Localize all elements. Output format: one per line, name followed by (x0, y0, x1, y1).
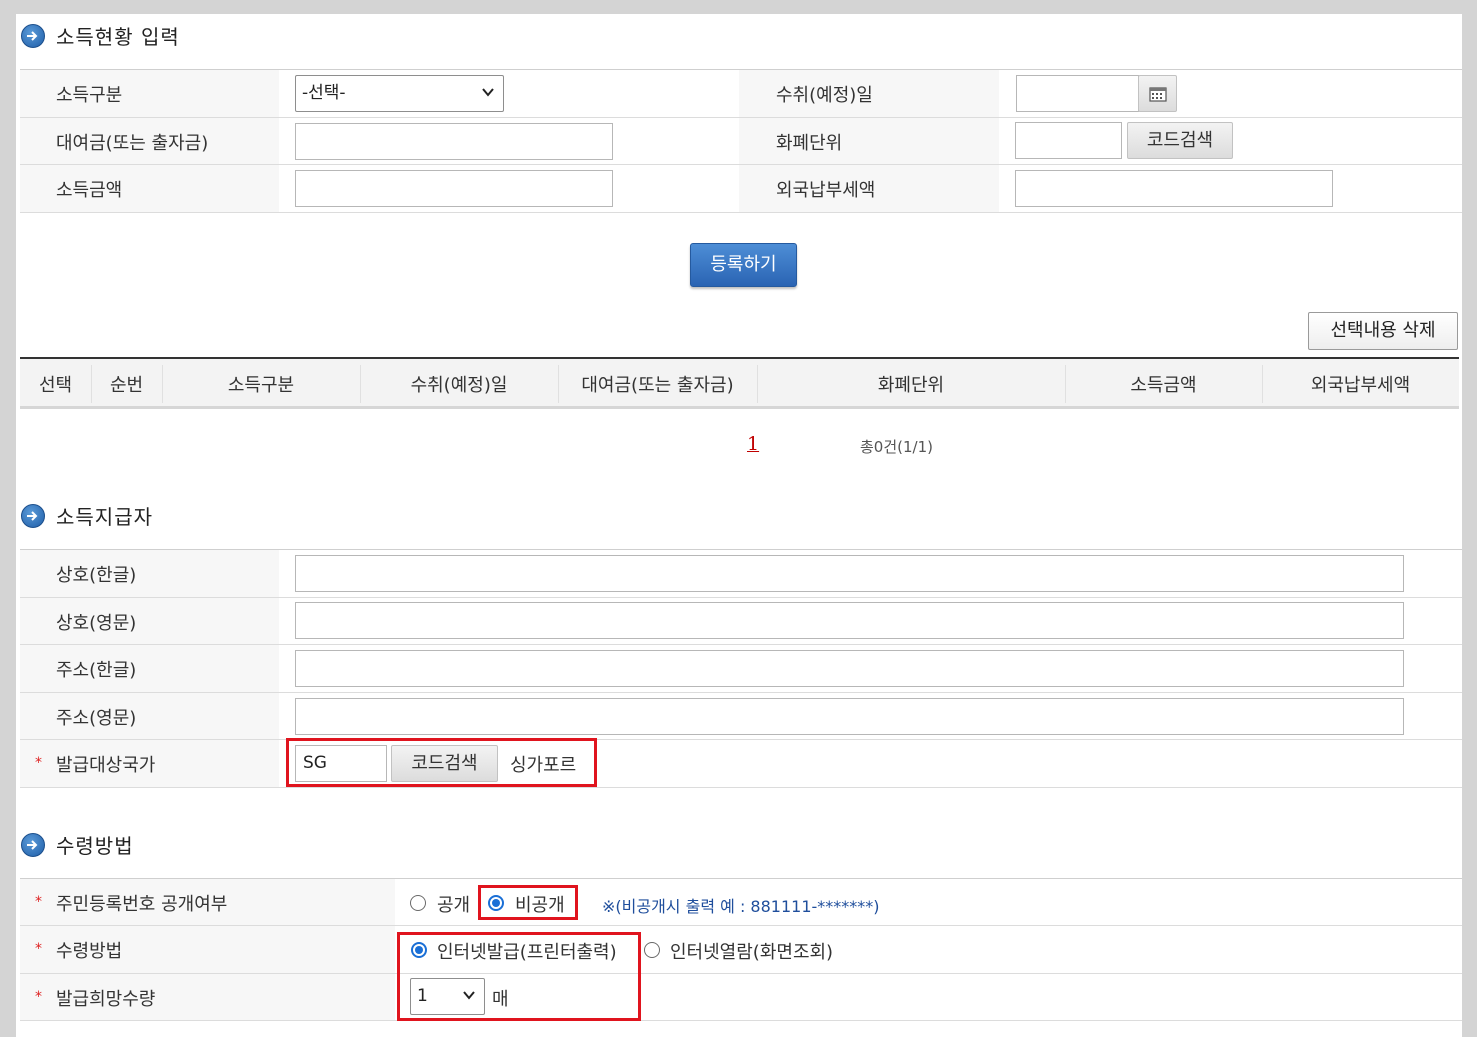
name-eng-input[interactable] (295, 602, 1404, 639)
required-mark: * (35, 755, 42, 771)
form-page: 소득현황 입력 소득구분 -선택- 수취(예정)일 대여금(또는 출자금) 화폐… (16, 14, 1462, 1037)
income-table: 선택 순번 소득구분 수취(예정)일 대여금(또는 출자금) 화폐단위 소득금액… (20, 357, 1459, 409)
rrn-public-label[interactable]: 공개 (437, 891, 470, 917)
register-button[interactable]: 등록하기 (690, 243, 797, 287)
foreign-tax-label: 외국납부세액 (776, 180, 876, 201)
required-mark: * (35, 941, 42, 957)
rrn-private-highlight-box (478, 885, 578, 920)
addr-eng-label: 주소(영문) (56, 708, 137, 729)
table-header-income-amount: 소득금액 (1130, 375, 1197, 396)
calendar-icon (1149, 87, 1167, 102)
table-header-seq: 순번 (109, 375, 144, 396)
loan-amount-input[interactable] (295, 123, 613, 160)
method-view-radio[interactable] (644, 942, 660, 958)
loan-amount-label: 대여금(또는 출자금) (56, 133, 209, 154)
addr-kor-label: 주소(한글) (56, 660, 137, 681)
addr-kor-input[interactable] (295, 650, 1404, 687)
table-header-loan-amount: 대여금(또는 출자금) (581, 375, 734, 396)
method-view-label[interactable]: 인터넷열람(화면조회) (670, 938, 833, 964)
arrow-right-circle-icon (21, 504, 45, 528)
currency-code-search-button[interactable]: 코드검색 (1127, 122, 1233, 159)
foreign-tax-input[interactable] (1015, 170, 1333, 207)
rrn-disclosure-label: 주민등록번호 공개여부 (56, 894, 228, 915)
table-header-receipt-date: 수취(예정)일 (410, 375, 508, 396)
arrow-right-circle-icon (21, 833, 45, 857)
currency-input[interactable] (1015, 122, 1122, 159)
addr-eng-input[interactable] (295, 698, 1404, 735)
name-kor-input[interactable] (295, 555, 1404, 592)
payer-section-title: 소득지급자 (56, 505, 153, 529)
country-highlight-box (286, 738, 597, 787)
name-eng-label: 상호(영문) (56, 613, 137, 634)
currency-label: 화폐단위 (776, 133, 843, 154)
pagination-page-link[interactable]: 1 (747, 433, 759, 455)
quantity-label: 발급희망수량 (56, 989, 156, 1010)
name-kor-label: 상호(한글) (56, 565, 137, 586)
table-header-foreign-tax: 외국납부세액 (1310, 375, 1411, 396)
table-header-select: 선택 (38, 375, 73, 396)
income-type-label: 소득구분 (56, 85, 123, 106)
rrn-note: ※(비공개시 출력 예 : 881111-*******) (602, 897, 880, 916)
income-type-select[interactable]: -선택- (295, 75, 504, 112)
required-mark: * (35, 894, 42, 910)
receipt-date-label: 수취(예정)일 (776, 85, 873, 106)
country-label: 발급대상국가 (56, 755, 156, 776)
delete-selected-button[interactable]: 선택내용 삭제 (1308, 312, 1458, 350)
table-header-currency: 화폐단위 (877, 375, 945, 396)
rrn-public-radio[interactable] (410, 895, 426, 911)
chevron-down-icon (482, 88, 494, 97)
table-header-income-type: 소득구분 (227, 375, 295, 396)
arrow-right-circle-icon (21, 24, 45, 48)
method-label: 수령방법 (56, 941, 123, 962)
required-mark: * (35, 989, 42, 1005)
receipt-section-title: 수령방법 (56, 834, 134, 858)
method-quantity-highlight-box (397, 932, 641, 1021)
calendar-button[interactable] (1138, 75, 1177, 112)
pagination-summary: 총0건(1/1) (860, 438, 933, 456)
income-section-title: 소득현황 입력 (56, 25, 180, 49)
receipt-date-input[interactable] (1016, 75, 1139, 112)
income-amount-label: 소득금액 (56, 180, 123, 201)
income-amount-input[interactable] (295, 170, 613, 207)
